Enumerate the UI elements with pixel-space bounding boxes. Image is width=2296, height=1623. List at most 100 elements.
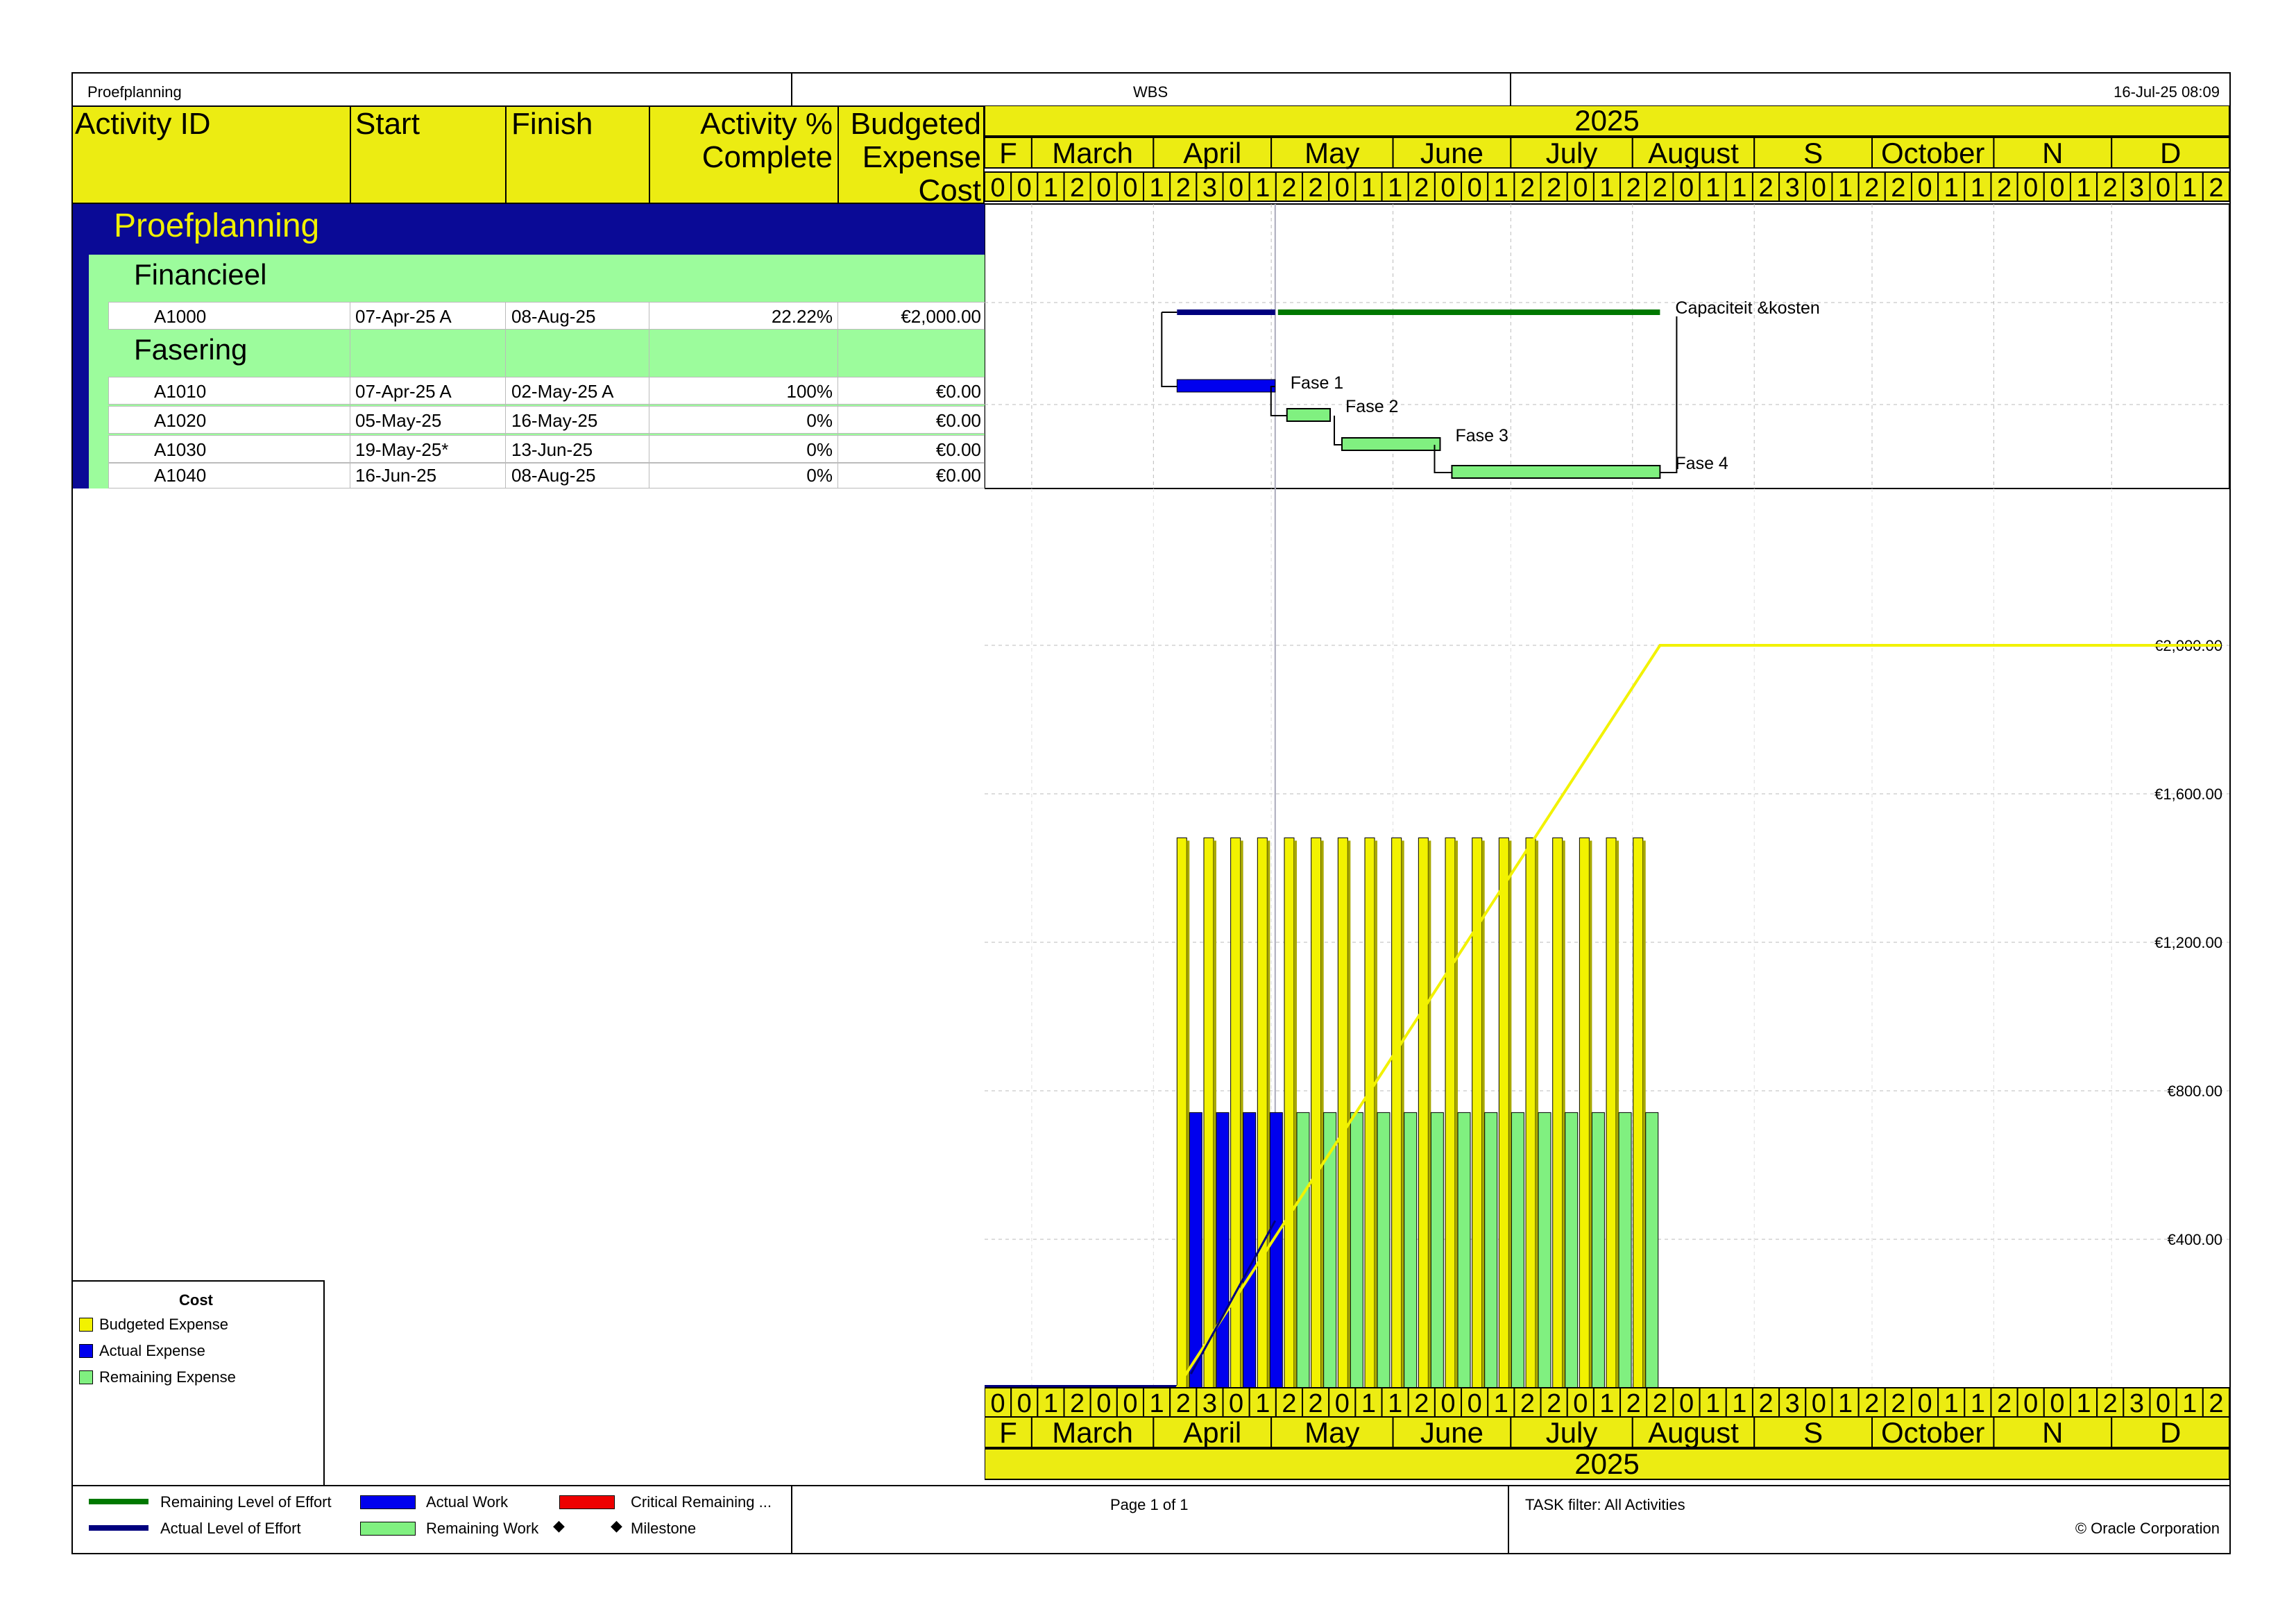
header-project-name: Proefplanning (87, 83, 182, 101)
timescale-week-label: 0 (991, 173, 1005, 203)
bar-actual-work (1176, 379, 1276, 393)
legend-bar-remaining-work (360, 1522, 416, 1536)
col-divider (649, 105, 650, 204)
timescale-week-label: 0 (1123, 1389, 1137, 1418)
col-activity-id[interactable]: Activity ID (75, 108, 211, 141)
bar-budgeted-expense-shade (1347, 840, 1351, 1388)
col-pct-complete-line2[interactable]: Complete (702, 141, 833, 174)
timescale-week-label: 2 (1414, 1389, 1429, 1418)
timescale-week-label: 2 (1653, 173, 1667, 203)
timescale-week-label: 2 (1864, 1389, 1879, 1418)
timescale-week-label: 1 (1599, 1389, 1614, 1418)
timescale-month-label: D (2160, 1416, 2181, 1449)
timescale-week-label: 0 (1812, 173, 1826, 203)
footer-filter: TASK filter: All Activities (1525, 1496, 1685, 1513)
bar-budgeted-expense (1391, 837, 1402, 1388)
timescale-month-label: N (2042, 137, 2063, 169)
timescale-week-label: 0 (1917, 173, 1932, 203)
footer-legend-label: Critical Remaining ... (631, 1493, 772, 1511)
timescale-week-label: 2 (1309, 173, 1323, 203)
timescale-week-label: 2 (1282, 173, 1296, 203)
bar-remaining-loe (1277, 309, 1660, 315)
cost-histogram: €0.00€30.00€60.00€90.00€120.00€150.00€40… (985, 488, 2229, 1389)
timescale-week-label: 1 (1044, 173, 1058, 203)
timescale-week-label: 2 (1864, 173, 1879, 203)
bar-budgeted-expense-shade (1187, 840, 1190, 1388)
bar-remaining-expense (1296, 1112, 1310, 1388)
row-start: 07-Apr-25 A (355, 381, 452, 402)
bar-budgeted-expense (1498, 837, 1509, 1388)
timescale-week-label: 0 (2023, 173, 2038, 203)
row-budget: €0.00 (935, 410, 981, 431)
timescale-week-label: 2 (1176, 173, 1191, 203)
timescale-week-label: 2 (1282, 1389, 1296, 1418)
timescale-week-label: 3 (1202, 1389, 1217, 1418)
gantt-histogram-canvas: 2025 F March April May June July August S October… (985, 105, 2231, 1480)
timescale-week-label: 1 (1388, 1389, 1402, 1418)
col-finish[interactable]: Finish (511, 108, 593, 141)
timescale-bottom: 2025 F March April May June July August S October… (985, 1387, 2231, 1480)
wbs-group-label[interactable]: Financieel (134, 258, 266, 291)
timescale-week-label: 0 (1017, 1389, 1032, 1418)
timescale-week-label: 1 (2076, 1389, 2091, 1418)
timescale-week-label: 2 (2209, 173, 2223, 203)
timescale-week-label: 0 (2156, 1389, 2170, 1418)
timescale-month-label: March (1052, 137, 1133, 169)
bar-remaining-expense (1377, 1112, 1391, 1388)
timescale-month-label: October (1881, 1416, 1984, 1449)
timescale-month-label: F (999, 137, 1017, 169)
timescale-week-label: 0 (1335, 173, 1350, 203)
bar-budgeted-expense (1257, 837, 1268, 1388)
row-start: 05-May-25 (355, 410, 442, 431)
col-budget-line2[interactable]: Expense (862, 141, 981, 174)
timescale-week-label: 0 (2023, 1389, 2038, 1418)
bar-budgeted-expense-shade (1616, 840, 1619, 1388)
legend-line-remaining-loe (89, 1499, 148, 1504)
row-pct: 0% (806, 410, 833, 431)
bar-remaining-expense (1591, 1112, 1605, 1388)
bar-budgeted-expense (1552, 837, 1563, 1388)
timescale-week-label: 1 (1255, 1389, 1270, 1418)
col-budget-line1[interactable]: Budgeted (851, 108, 981, 141)
timescale-year-label: 2025 (1574, 105, 1639, 137)
row-finish: 08-Aug-25 (511, 306, 596, 327)
timescale-week-label: 1 (1838, 173, 1853, 203)
group-band-inner-blue (71, 255, 89, 488)
timescale-month-label: N (2042, 1416, 2063, 1449)
col-pct-complete-line1[interactable]: Activity % (700, 108, 833, 141)
timescale-week-label: 2 (1653, 1389, 1667, 1418)
wbs-group-label[interactable]: Fasering (134, 333, 247, 366)
timescale-week-label: 1 (1971, 1389, 1985, 1418)
timescale-week-label: 0 (1096, 173, 1111, 203)
legend-bar-critical-remaining (559, 1495, 615, 1509)
timescale-week-label: 1 (1361, 1389, 1376, 1418)
col-budget-line3[interactable]: Cost (919, 174, 981, 207)
row-finish: 02-May-25 A (511, 381, 614, 402)
timescale-week-label: 2 (1070, 173, 1085, 203)
timescale-week-label: 1 (1361, 173, 1376, 203)
footer-legend-label: Remaining Level of Effort (160, 1493, 332, 1511)
left-frame-border (71, 105, 73, 1486)
wbs-root-label[interactable]: Proefplanning (114, 207, 319, 245)
col-start[interactable]: Start (355, 108, 420, 141)
timescale-month-label: June (1420, 1416, 1483, 1449)
timescale-week-label: 1 (1494, 1389, 1508, 1418)
bar-remaining-expense (1511, 1112, 1524, 1388)
legend-label-remaining: Remaining Expense (99, 1368, 236, 1386)
bar-actual-expense (1189, 1112, 1202, 1388)
row-divider (837, 302, 838, 488)
row-budget: €0.00 (935, 381, 981, 402)
bar-actual-loe (1177, 309, 1275, 315)
footer-legend-label: Milestone (631, 1520, 697, 1537)
timescale-week-label: 2 (1891, 1389, 1905, 1418)
bar-budgeted-expense-shade (1455, 840, 1459, 1388)
timescale-week-label: 0 (1017, 173, 1032, 203)
timescale-year-label: 2025 (1574, 1447, 1639, 1480)
timescale-month-label: D (2160, 137, 2181, 169)
bar-label: Fase 2 (1345, 397, 1398, 416)
bar-remaining-expense (1565, 1112, 1579, 1388)
bar-label: Fase 1 (1291, 373, 1343, 393)
timescale-week-label: 0 (2050, 1389, 2064, 1418)
timescale-week-label: 0 (1440, 1389, 1455, 1418)
bar-budgeted-expense (1418, 837, 1429, 1388)
